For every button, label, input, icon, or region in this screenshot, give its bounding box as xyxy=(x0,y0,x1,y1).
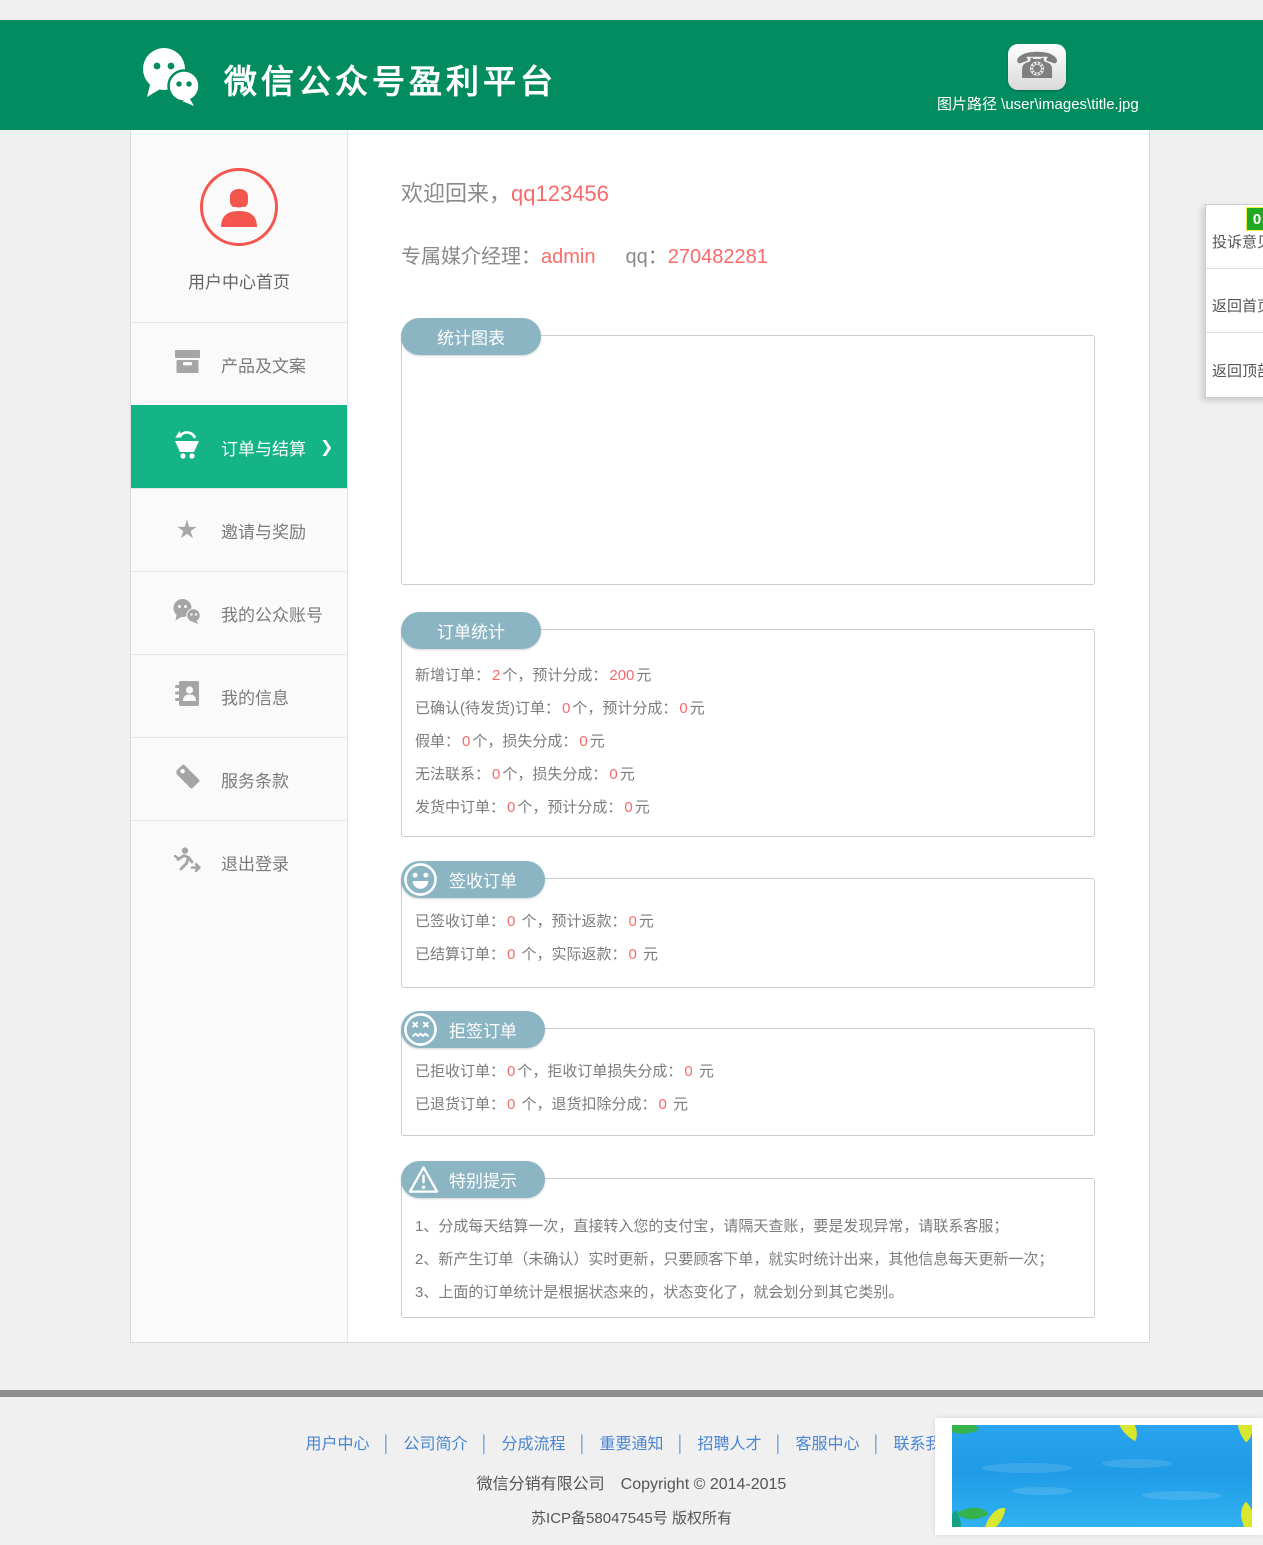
quick-menu-back-home[interactable]: 返回首页 xyxy=(1206,269,1263,333)
chevron-right-icon: ❯ xyxy=(320,439,334,456)
leaf-decoration xyxy=(1231,1501,1252,1527)
sidebar-home-label: 用户中心首页 xyxy=(188,273,290,292)
wechat-logo-icon xyxy=(138,46,204,111)
manager-name: admin xyxy=(541,246,596,268)
stat-row: 已签收订单： 0 个，预计返款： 0 元 xyxy=(415,913,654,930)
section-title-pill: 统计图表 xyxy=(401,318,541,355)
section-title-pill: 拒签订单 xyxy=(401,1011,545,1048)
chart-panel xyxy=(401,335,1095,585)
stat-row: 新增订单： 2 个，预计分成： 200 元 xyxy=(415,667,652,684)
stat-row: 无法联系： 0 个，损失分成： 0 元 xyxy=(415,766,635,783)
tip-row: 3、上面的订单统计是根据状态来的，状态变化了，就会划分到其它类别。 xyxy=(415,1284,904,1301)
leaf-decoration xyxy=(952,1425,979,1443)
tip-row: 2、新产生订单（未确认）实时更新，只要顾客下单，就实时统计出来，其他信息每天更新… xyxy=(415,1251,1054,1268)
leaf-decoration xyxy=(1226,1425,1252,1443)
special-tips-panel: 1、分成每天结算一次，直接转入您的支付宝，请隔天查账，要是发现异常，请联系客服；… xyxy=(401,1178,1095,1318)
cart-icon xyxy=(171,430,203,464)
image-path-text: 图片路径 \user\images\title.jpg xyxy=(937,96,1139,113)
section-title-pill: 订单统计 xyxy=(401,612,541,649)
sidebar-item-label: 退出登录 xyxy=(221,854,289,874)
tip-row: 1、分成每天结算一次，直接转入您的支付宝，请隔天查账，要是发现异常，请联系客服； xyxy=(415,1218,1009,1235)
avatar xyxy=(200,168,278,246)
stat-row: 已拒收订单： 0 个，拒收订单损失分成： 0 元 xyxy=(415,1063,714,1080)
link-separator xyxy=(774,1436,784,1453)
wechat-icon xyxy=(171,598,203,629)
section-title-pill: 签收订单 xyxy=(401,861,545,898)
sidebar-item-orders-settlement[interactable]: 订单与结算 ❯ xyxy=(131,405,347,488)
telephone-icon xyxy=(1008,44,1066,90)
tag-icon xyxy=(171,763,203,795)
stat-row: 已结算订单： 0 个，实际返款： 0 元 xyxy=(415,946,659,963)
link-separator xyxy=(872,1436,882,1453)
footer-link-service-center[interactable]: 客服中心 xyxy=(796,1436,860,1453)
sidebar-item-label: 订单与结算 xyxy=(221,439,306,459)
link-separator xyxy=(676,1436,686,1453)
footer-divider-bar xyxy=(0,1390,1263,1397)
sidebar-item-label: 服务条款 xyxy=(221,771,289,791)
leaf-decoration xyxy=(957,1499,989,1527)
footer-link-important-notice[interactable]: 重要通知 xyxy=(599,1436,663,1453)
sidebar-item-label: 我的公众账号 xyxy=(221,605,323,625)
ad-image xyxy=(952,1425,1252,1527)
manager-line: 专属媒介经理：admin qq：270482281 xyxy=(401,246,768,268)
sidebar: 用户中心首页 产品及文案 订单与结算 ❯ ★ 邀请与奖励 我的公众账号 我的信息… xyxy=(131,130,348,1342)
page: 微信公众号盈利平台 图片路径 \user\images\title.jpg 用户… xyxy=(0,0,1263,1545)
stat-row: 已退货订单： 0 个，退货扣除分成： 0 元 xyxy=(415,1096,689,1113)
link-separator xyxy=(479,1436,489,1453)
link-separator xyxy=(381,1436,391,1453)
contact-card-icon xyxy=(171,680,203,712)
manager-qq: 270482281 xyxy=(667,246,768,268)
warning-icon xyxy=(407,1164,440,1200)
header: 微信公众号盈利平台 图片路径 \user\images\title.jpg xyxy=(0,20,1263,130)
sidebar-item-my-info[interactable]: 我的信息 xyxy=(131,654,347,737)
sidebar-item-logout[interactable]: 退出登录 xyxy=(131,820,347,903)
happy-face-icon xyxy=(403,862,438,902)
sidebar-item-invite-rewards[interactable]: 邀请与奖励 xyxy=(131,488,347,571)
floating-ad-widget[interactable] xyxy=(935,1418,1263,1535)
main-content: 欢迎回来，qq123456 专属媒介经理：admin qq：270482281 统… xyxy=(348,130,1149,1342)
stat-row: 已确认(待发货)订单： 0 个，预计分成： 0 元 xyxy=(415,700,705,717)
footer-link-user-center[interactable]: 用户中心 xyxy=(305,1436,369,1453)
footer-link-company-intro[interactable]: 公司简介 xyxy=(403,1436,467,1453)
content-container: 用户中心首页 产品及文案 订单与结算 ❯ ★ 邀请与奖励 我的公众账号 我的信息… xyxy=(130,130,1150,1343)
stat-row: 发货中订单： 0 个，预计分成： 0 元 xyxy=(415,799,650,816)
leaf-decoration xyxy=(1109,1425,1145,1442)
site-logo[interactable]: 微信公众号盈利平台 xyxy=(138,46,557,111)
order-stats-panel: 新增订单： 2 个，预计分成： 200 元 已确认(待发货)订单： 0 个，预计分成： 0 元 … xyxy=(401,629,1095,837)
sidebar-item-user-center-home[interactable]: 用户中心首页 xyxy=(131,130,347,322)
welcome-message: 欢迎回来，qq123456 xyxy=(401,181,609,206)
sidebar-item-label: 邀请与奖励 xyxy=(221,522,306,542)
username: qq123456 xyxy=(511,181,609,206)
sidebar-item-label: 产品及文案 xyxy=(221,356,306,376)
notification-badge: 0 xyxy=(1246,207,1263,231)
leaf-decoration xyxy=(984,1505,1006,1527)
product-box-icon xyxy=(171,349,203,379)
quick-side-menu: 0 投诉意见 返回首页 返回顶部 xyxy=(1205,204,1263,398)
sidebar-item-products[interactable]: 产品及文案 xyxy=(131,322,347,405)
star-icon xyxy=(171,515,203,545)
footer-link-recruiting[interactable]: 招聘人才 xyxy=(698,1436,762,1453)
sidebar-item-label: 我的信息 xyxy=(221,688,289,708)
site-title: 微信公众号盈利平台 xyxy=(224,62,557,100)
link-separator xyxy=(577,1436,587,1453)
sad-face-icon xyxy=(403,1012,438,1052)
sidebar-item-terms-of-service[interactable]: 服务条款 xyxy=(131,737,347,820)
quick-menu-back-top[interactable]: 返回顶部 xyxy=(1206,333,1263,397)
stat-row: 假单： 0 个，损失分成： 0 元 xyxy=(415,733,605,750)
user-avatar-icon xyxy=(221,189,257,227)
logout-icon xyxy=(171,846,203,878)
sidebar-item-my-official-accounts[interactable]: 我的公众账号 xyxy=(131,571,347,654)
section-title-pill: 特别提示 xyxy=(401,1161,545,1198)
footer-link-commission-process[interactable]: 分成流程 xyxy=(501,1436,565,1453)
